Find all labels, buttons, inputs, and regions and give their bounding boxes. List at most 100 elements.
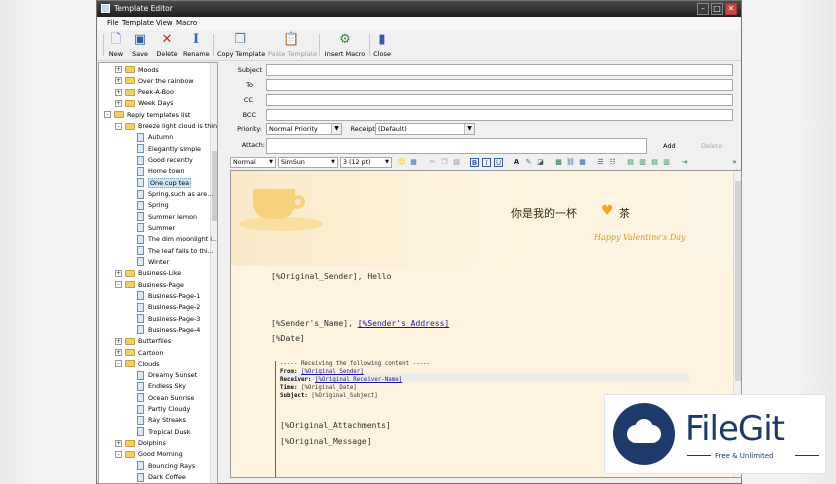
minimize-button[interactable]: – <box>697 3 709 15</box>
font-size-select[interactable]: 3 (12 pt) ▼ <box>340 157 392 168</box>
tree-item-label: One cup tea <box>148 177 192 188</box>
expand-icon[interactable]: + <box>115 269 122 277</box>
cut-icon[interactable]: ✂ <box>428 158 437 167</box>
expand-icon[interactable]: + <box>115 99 122 107</box>
toolbar-grip <box>103 34 104 56</box>
tree-item-label: Dreamy Sunset <box>148 371 198 380</box>
background-image-icon[interactable]: ▩ <box>554 158 563 167</box>
chevron-down-icon: ▼ <box>269 159 273 165</box>
greeting-text: , Hello <box>357 272 392 281</box>
close-button[interactable]: ▮ Close <box>373 32 391 59</box>
menu-template[interactable]: Template <box>122 19 154 27</box>
expand-icon[interactable]: + <box>115 66 122 73</box>
collapse-icon[interactable]: - <box>115 281 122 289</box>
editor-scroll-thumb[interactable] <box>735 181 741 381</box>
attach-field[interactable] <box>266 138 647 154</box>
sender-separator: , <box>348 319 358 328</box>
cloud-icon-top <box>635 419 653 437</box>
maximize-button[interactable]: □ <box>711 3 723 15</box>
justify-icon[interactable]: ▥ <box>662 158 671 167</box>
rename-button[interactable]: I Rename <box>183 32 210 59</box>
priority-label: Priority: <box>237 125 262 133</box>
expand-icon[interactable]: + <box>115 88 122 96</box>
sender-address-link[interactable]: [%Sender's_Address] <box>358 319 450 328</box>
underline-icon[interactable]: U <box>494 158 503 167</box>
tree-item-label: Good recently <box>148 156 193 165</box>
bcc-field[interactable] <box>266 109 733 121</box>
folder-icon <box>125 337 135 345</box>
menu-macro[interactable]: Macro <box>176 19 197 27</box>
receipt-select[interactable]: (Default) ▼ <box>375 123 475 135</box>
paragraph-style-value: Normal <box>233 159 256 166</box>
align-left-icon[interactable]: ▤ <box>626 158 635 167</box>
italic-icon[interactable]: I <box>482 158 491 167</box>
align-right-icon[interactable]: ▤ <box>650 158 659 167</box>
insert-image-icon[interactable]: ▦ <box>409 158 418 167</box>
table-icon[interactable]: ▦ <box>578 158 587 167</box>
bold-icon[interactable]: B <box>470 158 479 167</box>
expand-icon[interactable]: + <box>115 349 122 356</box>
folder-icon <box>125 360 135 368</box>
emoticon-icon[interactable]: ☺ <box>397 158 406 167</box>
expand-icon[interactable]: + <box>115 77 122 85</box>
subject-field[interactable] <box>266 64 733 76</box>
delete-attachment-button[interactable]: Delete <box>701 142 722 150</box>
cc-field[interactable] <box>266 94 733 106</box>
delete-button[interactable]: ✕ Delete <box>155 32 179 59</box>
watermark-rule-right <box>795 455 819 456</box>
heart-icon: ♥ <box>601 203 614 219</box>
from-value-link[interactable]: [%Original_Sender] <box>301 369 364 375</box>
collapse-icon[interactable]: - <box>104 111 111 119</box>
expand-icon[interactable]: + <box>115 439 122 447</box>
date-line: [%Date] <box>271 334 305 343</box>
copy-text-icon[interactable]: ❐ <box>440 158 449 167</box>
priority-select[interactable]: Normal Priority ▼ <box>266 123 342 135</box>
paste-template-button[interactable]: 📋 Paste Template <box>268 32 317 59</box>
tree-scroll-thumb[interactable] <box>212 151 217 221</box>
template-doc-icon <box>137 246 144 256</box>
tree-item-label: The leaf falls to thi... <box>148 246 214 255</box>
receiver-label: Receiver: <box>280 377 312 383</box>
to-field[interactable] <box>266 79 733 91</box>
font-color-icon[interactable]: A <box>512 158 521 167</box>
template-doc-icon <box>137 415 144 425</box>
chevron-down-icon: ▼ <box>331 124 341 134</box>
align-center-icon[interactable]: ▥ <box>638 158 647 167</box>
expand-icon[interactable]: + <box>115 337 122 345</box>
add-attachment-button[interactable]: Add <box>663 142 676 150</box>
quote-receiver-row: Receiver: [%Original_Receiver-Name] <box>280 377 402 383</box>
collapse-icon[interactable]: - <box>115 122 122 130</box>
folder-icon <box>125 450 135 458</box>
save-icon: ▣ <box>133 32 147 47</box>
numbered-list-icon[interactable]: ☰ <box>596 158 605 167</box>
rename-icon: I <box>192 32 200 47</box>
tree-item-label: Summer <box>148 223 176 232</box>
paste-text-icon[interactable]: ▤ <box>452 158 461 167</box>
folder-icon <box>125 88 135 96</box>
indent-icon[interactable]: ⇥ <box>680 158 689 167</box>
more-tools-icon[interactable]: » <box>730 158 739 167</box>
menu-file[interactable]: File <box>107 19 119 27</box>
tree-item-label: Partly Cloudy <box>148 405 191 414</box>
attach-label: Attach: <box>241 141 265 149</box>
new-button[interactable]: 🗋 New <box>107 32 125 59</box>
tree-item-label: Spring <box>148 201 169 210</box>
hyperlink-icon[interactable]: ⛓ <box>566 158 575 167</box>
time-label: Time: <box>280 385 298 391</box>
template-tree[interactable]: + Moods + Over the rainbow + Peek-A-Boo + Week … <box>98 62 218 484</box>
save-button[interactable]: ▣ Save <box>129 32 151 59</box>
paragraph-style-select[interactable]: Normal ▼ <box>230 157 276 168</box>
copy-template-button[interactable]: ❐ Copy Template <box>217 32 265 59</box>
highlight-icon[interactable]: ✎ <box>524 158 533 167</box>
eraser-icon[interactable]: ◪ <box>536 158 545 167</box>
copy-icon: ❐ <box>234 32 246 47</box>
collapse-icon[interactable]: - <box>115 450 122 458</box>
receipt-value: (Default) <box>378 125 407 133</box>
bullet-list-icon[interactable]: ☷ <box>608 158 617 167</box>
close-window-button[interactable]: ✕ <box>725 3 737 15</box>
collapse-icon[interactable]: - <box>115 360 122 368</box>
menu-view[interactable]: View <box>156 19 173 27</box>
receiver-value-link[interactable]: [%Original_Receiver-Name] <box>315 377 402 383</box>
font-family-select[interactable]: SimSun ▼ <box>278 157 338 168</box>
insert-macro-button[interactable]: ⚙ Insert Macro <box>324 32 366 59</box>
